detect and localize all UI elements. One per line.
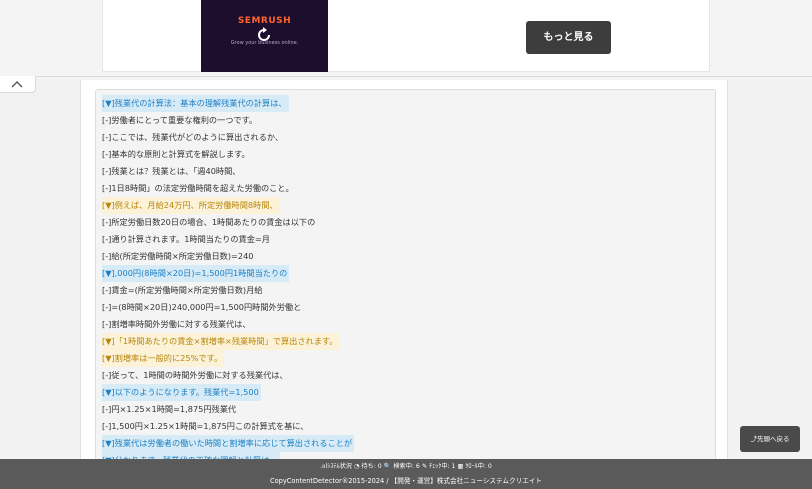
system-status: .ıılｼｽﾃﾑ状況 ◔ 待ち: 0 🔍 検索中: 6 ✎ ﾁｪｯｸ中: 1 ▦… bbox=[320, 463, 492, 470]
result-line-text: [-]1日8時間」の法定労働時間を超えた労働のこと。 bbox=[102, 183, 294, 193]
result-line: [-]ここでは、残業代がどのように算出されるか、 bbox=[102, 129, 702, 146]
result-line: [-]通り計算されます。1時間当たりの賃金=月 bbox=[102, 231, 702, 248]
ad-card bbox=[102, 0, 710, 72]
result-line: [-]残業とは？残業とは、「週40時間、 bbox=[102, 163, 702, 180]
result-line-text: [-]従って、1時間の時間外労働に対する残業代は、 bbox=[102, 370, 288, 380]
more-button[interactable]: もっと見る bbox=[526, 21, 611, 54]
copyright: CopyContentDetector®2015-2024 / 【開発・運営】株… bbox=[270, 477, 542, 485]
result-line-text: [-]給(所定労働時間×所定労働日数)=240 bbox=[102, 251, 254, 261]
collapse-toggle[interactable] bbox=[0, 76, 36, 93]
result-line: [-]1,500円×1.25×1時間=1,875円この計算式を基に、 bbox=[102, 418, 702, 435]
result-panel[interactable]: [▼]残業代の計算法：基本の理解残業代の計算は、 [-]労働者にとって重要な権利の… bbox=[95, 89, 716, 469]
result-line: [-]基本的な原則と計算式を解説します。 bbox=[102, 146, 702, 163]
back-to-top-button[interactable]: ⤴先頭へ戻る bbox=[740, 426, 800, 452]
result-line: [▼]以下のようになります。残業代=1,500 bbox=[102, 384, 702, 401]
result-lines: [▼]残業代の計算法：基本の理解残業代の計算は、 [-]労働者にとって重要な権利の… bbox=[102, 95, 702, 468]
result-line: [-]円×1.25×1時間=1,875円残業代 bbox=[102, 401, 702, 418]
result-line: [▼]例えば、月給24万円、所定労働時間8時間、 bbox=[102, 197, 702, 214]
result-line-text: [▼]割増率は一般的に25%です。 bbox=[102, 350, 225, 367]
result-line-text: [-]1,500円×1.25×1時間=1,875円この計算式を基に、 bbox=[102, 421, 309, 431]
result-line: [-]1日8時間」の法定労働時間を超えた労働のこと。 bbox=[102, 180, 702, 197]
result-line: [▼]割増率は一般的に25%です。 bbox=[102, 350, 702, 367]
result-line-text: [-]=(8時間×20日)240,000円=1,500円時間外労働と bbox=[102, 302, 302, 312]
result-line-text: [-]円×1.25×1時間=1,875円残業代 bbox=[102, 404, 237, 414]
result-line-text: [▼]残業代は労働者の働いた時間と割増率に応じて算出されることが bbox=[102, 435, 355, 452]
result-line-text: [▼]例えば、月給24万円、所定労働時間8時間、 bbox=[102, 197, 280, 214]
result-line: [▼]「1時間あたりの賃金×割増率×残業時間」で算出されます。 bbox=[102, 333, 702, 350]
result-line: [-]給(所定労働時間×所定労働日数)=240 bbox=[102, 248, 702, 265]
footer: .ıılｼｽﾃﾑ状況 ◔ 待ち: 0 🔍 検索中: 6 ✎ ﾁｪｯｸ中: 1 ▦… bbox=[0, 459, 812, 489]
reload-icon[interactable] bbox=[254, 25, 274, 45]
result-line: [-]従って、1時間の時間外労働に対する残業代は、 bbox=[102, 367, 702, 384]
chevron-up-icon bbox=[11, 81, 23, 88]
result-line: [-]=(8時間×20日)240,000円=1,500円時間外労働と bbox=[102, 299, 702, 316]
result-line-text: [-]所定労働日数20日の場合、1時間あたりの賃金は以下の bbox=[102, 217, 316, 227]
result-line-text: [-]賃金=(所定労働時間×所定労働日数)月給 bbox=[102, 285, 263, 295]
result-line: [▼]残業代は労働者の働いた時間と割増率に応じて算出されることが bbox=[102, 435, 702, 452]
result-line: [▼],000円(8時間×20日)=1,500円1時間当たりの bbox=[102, 265, 702, 282]
divider bbox=[0, 76, 812, 77]
result-line-text: [-]基本的な原則と計算式を解説します。 bbox=[102, 149, 250, 159]
result-line-text: [-]ここでは、残業代がどのように算出されるか、 bbox=[102, 132, 284, 142]
result-line-text: [-]労働者にとって重要な権利の一つです。 bbox=[102, 115, 258, 125]
result-line-text: [-]通り計算されます。1時間当たりの賃金=月 bbox=[102, 234, 270, 244]
result-line-text: [▼],000円(8時間×20日)=1,500円1時間当たりの bbox=[102, 265, 290, 282]
result-line: [-]賃金=(所定労働時間×所定労働日数)月給 bbox=[102, 282, 702, 299]
ad-banner[interactable]: SEMRUSH Grow your business online. bbox=[201, 0, 328, 72]
result-line-text: [▼]以下のようになります。残業代=1,500 bbox=[102, 384, 261, 401]
result-line-text: [▼]「1時間あたりの賃金×割増率×残業時間」で算出されます。 bbox=[102, 333, 340, 350]
result-line: [▼]残業代の計算法：基本の理解残業代の計算は、 bbox=[102, 95, 702, 112]
result-line-text: [-]残業とは？残業とは、「週40時間、 bbox=[102, 166, 241, 176]
result-line: [-]労働者にとって重要な権利の一つです。 bbox=[102, 112, 702, 129]
result-line: [-]所定労働日数20日の場合、1時間あたりの賃金は以下の bbox=[102, 214, 702, 231]
result-line-text: [▼]残業代の計算法：基本の理解残業代の計算は、 bbox=[102, 95, 289, 112]
result-line: [-]割増率時間外労働に対する残業代は、 bbox=[102, 316, 702, 333]
result-line-text: [-]割増率時間外労働に対する残業代は、 bbox=[102, 319, 251, 329]
